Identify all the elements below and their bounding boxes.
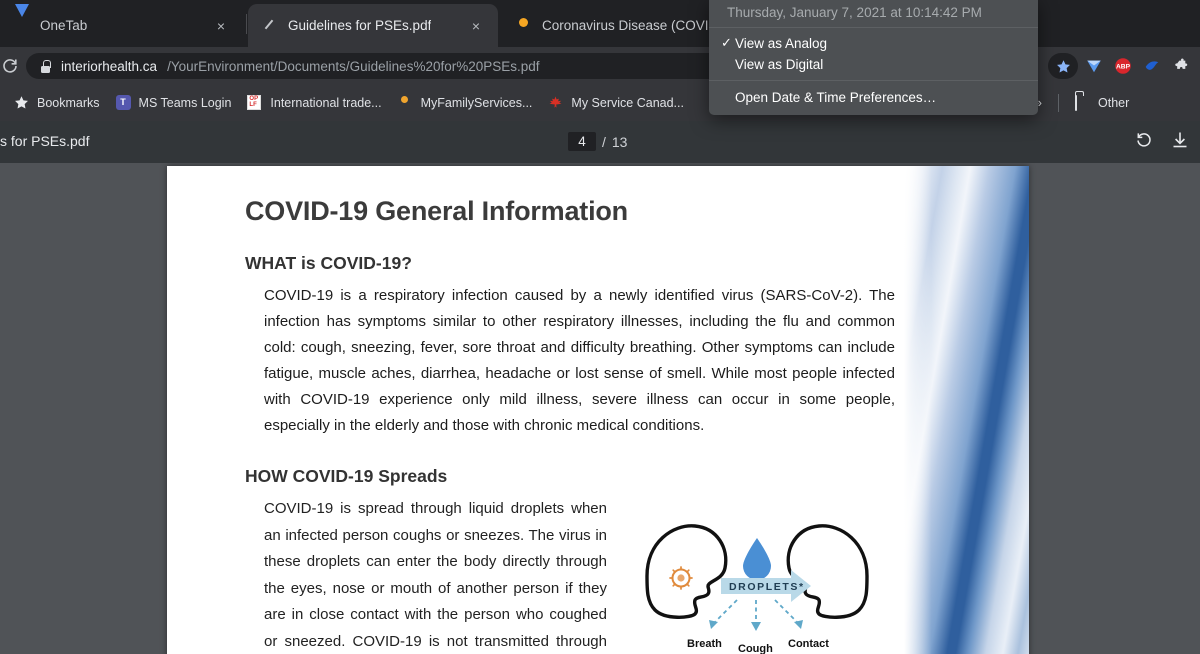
tab-label: Coronavirus Disease (COVID–	[542, 18, 722, 33]
bookmark-label: MS Teams Login	[138, 95, 232, 110]
tab-close-icon[interactable]: ×	[211, 16, 231, 36]
document-content: COVID-19 General Information WHAT is COV…	[245, 196, 895, 654]
checkmark-icon: ✓	[721, 35, 732, 50]
adblock-plus-extension-icon[interactable]: ABP	[1110, 53, 1136, 79]
section-body-wrapper: COVID-19 is spread through liquid drople…	[245, 496, 607, 654]
covid-site-icon	[516, 17, 533, 34]
url-path: /YourEnvironment/Documents/Guidelines%20…	[167, 58, 540, 74]
diagram-label-cough: Cough	[738, 643, 773, 654]
menu-item-label: View as Digital	[735, 57, 824, 72]
menu-item-view-as-analog[interactable]: ✓ View as Analog	[709, 32, 1038, 54]
droplet-icon	[743, 538, 771, 580]
pdf-document-title: s for PSEs.pdf	[0, 133, 90, 149]
bookmark-star-icon[interactable]	[1048, 53, 1078, 79]
page-stripe-fade	[904, 166, 1029, 654]
pdf-viewer-toolbar: s for PSEs.pdf 4 / 13	[0, 121, 1200, 163]
tab-close-icon[interactable]: ×	[466, 16, 486, 36]
droplet-transmission-diagram: DROPLETS* Breath Cough Contact	[625, 514, 889, 654]
folder-icon	[1075, 94, 1091, 111]
diagram-label-contact: Contact	[788, 638, 829, 650]
star-icon	[14, 95, 30, 111]
section-body-how-covid-spreads: COVID-19 is spread through liquid drople…	[264, 500, 607, 650]
transmission-arrowheads	[709, 620, 803, 631]
ms-teams-icon: T	[115, 94, 132, 111]
oplf-icon: OP LF	[247, 94, 263, 111]
virus-particle-icon	[669, 566, 693, 590]
bookmark-label: International trade...	[270, 95, 382, 110]
clock-menu-datetime: Thursday, January 7, 2021 at 10:14:42 PM	[727, 5, 982, 20]
tab-divider	[246, 14, 247, 34]
pdf-icon	[262, 17, 279, 34]
bookmark-item-ms-teams-login[interactable]: T MS Teams Login	[108, 91, 240, 115]
tab-label: OneTab	[40, 18, 88, 33]
droplets-band-label: DROPLETS*	[729, 581, 805, 593]
onetab-extension-icon[interactable]	[1081, 53, 1107, 79]
section-heading-what-is-covid: WHAT is COVID-19?	[245, 253, 412, 273]
tab-guidelines-pdf[interactable]: Guidelines for PSEs.pdf ×	[248, 4, 498, 47]
pdf-viewport[interactable]: COVID-19 General Information WHAT is COV…	[0, 163, 1200, 654]
recipient-head-silhouette	[786, 524, 869, 619]
section-how-covid-spreads: HOW COVID-19 Spreads COVID-19 is spread …	[245, 466, 895, 654]
diagram-label-breath: Breath	[687, 638, 722, 650]
pdf-page: COVID-19 General Information WHAT is COV…	[167, 166, 1029, 654]
bookmark-label: Bookmarks	[37, 95, 100, 110]
rotate-clockwise-icon[interactable]	[1134, 130, 1154, 150]
extensions-puzzle-icon[interactable]	[1168, 53, 1194, 79]
bookmark-item-bookmarks[interactable]: Bookmarks	[6, 91, 108, 115]
tab-label: Guidelines for PSEs.pdf	[288, 18, 432, 33]
bookmarks-divider	[1058, 93, 1060, 112]
pdf-page-separator: /	[602, 133, 606, 150]
onetab-diamond-icon	[14, 4, 31, 34]
menu-item-label: Open Date & Time Preferences…	[735, 90, 937, 105]
bookmark-item-international-trade[interactable]: OP LF International trade...	[239, 91, 389, 115]
section-body-what-is-covid: COVID-19 is a respiratory infection caus…	[264, 287, 895, 434]
menu-item-open-date-time-preferences[interactable]: Open Date & Time Preferences…	[709, 87, 1038, 108]
bookmark-label: Other	[1098, 95, 1130, 110]
browser-window: OneTab × Guidelines for PSEs.pdf × Coron…	[0, 0, 1200, 654]
bookmark-label: MyFamilyServices...	[420, 95, 533, 110]
menu-item-label: View as Analog	[735, 35, 828, 51]
tab-coronavirus-disease[interactable]: Coronavirus Disease (COVID–	[502, 4, 732, 47]
pdf-total-pages: 13	[611, 133, 628, 150]
reload-icon[interactable]	[0, 56, 20, 76]
url-host: interiorhealth.ca	[61, 58, 158, 74]
pdf-toolbar-actions	[1134, 130, 1190, 150]
section-heading-how-covid-spreads: HOW COVID-19 Spreads	[245, 466, 448, 486]
myfamilyservices-icon	[398, 95, 414, 111]
toolbar-icon-group: ABP	[1048, 53, 1194, 79]
document-heading: COVID-19 General Information	[245, 196, 628, 226]
menu-item-view-as-digital[interactable]: View as Digital	[709, 54, 1038, 75]
maple-leaf-icon	[548, 95, 564, 111]
bluebird-extension-icon[interactable]	[1139, 53, 1165, 79]
bookmark-item-my-service-canada[interactable]: My Service Canad...	[540, 91, 692, 115]
svg-text:ABP: ABP	[1116, 64, 1131, 71]
download-icon[interactable]	[1170, 130, 1190, 150]
bookmark-label: My Service Canad...	[571, 95, 684, 110]
pdf-page-indicator: 4 / 13	[568, 132, 627, 151]
tab-onetab[interactable]: OneTab ×	[0, 4, 245, 47]
bookmark-folder-other[interactable]: Other	[1067, 92, 1137, 114]
clock-dropdown-menu[interactable]: Thursday, January 7, 2021 at 10:14:42 PM…	[709, 0, 1038, 115]
lock-icon	[40, 59, 51, 73]
bookmark-item-myfamilyservices[interactable]: MyFamilyServices...	[390, 91, 541, 115]
pdf-page-input[interactable]: 4	[568, 132, 596, 151]
